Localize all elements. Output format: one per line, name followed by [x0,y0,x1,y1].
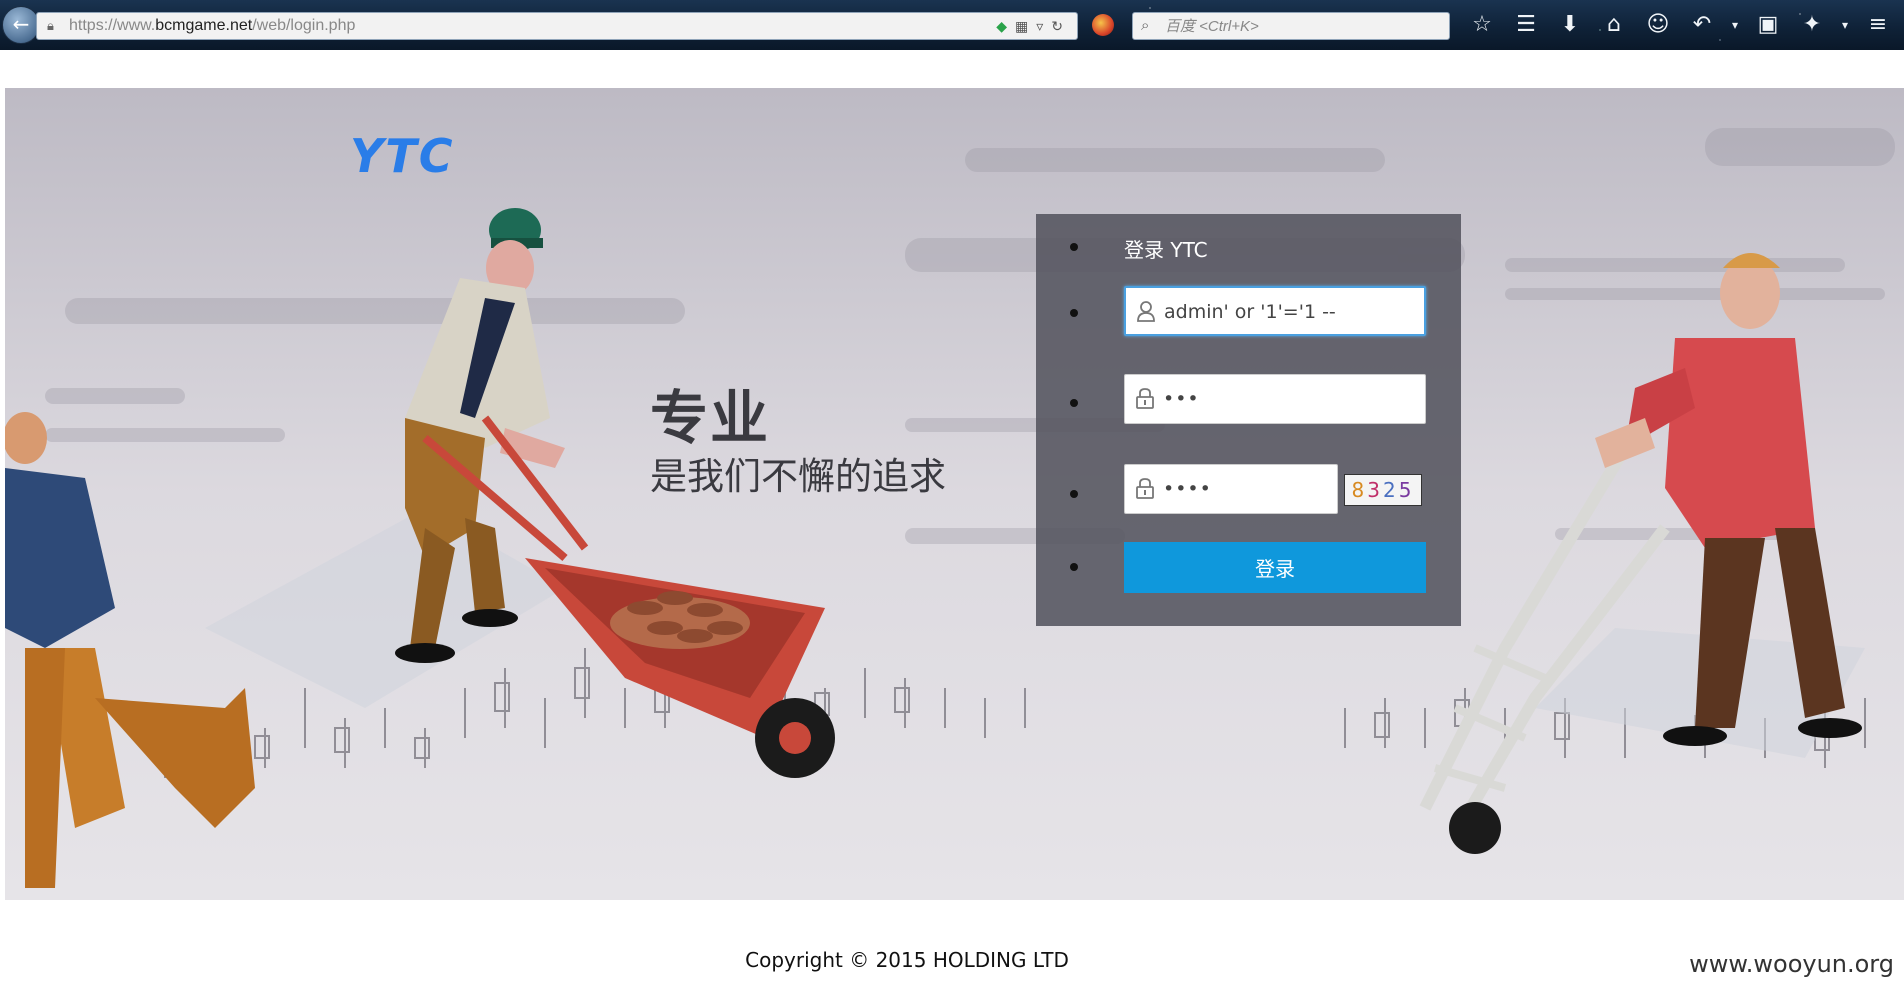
svg-text:YTC: YTC [350,130,454,180]
lock-icon [1135,387,1157,411]
bookmarks-list-icon[interactable]: ☰ [1504,10,1548,40]
username-field[interactable] [1124,286,1426,336]
captcha-image[interactable]: 8325 [1344,474,1422,506]
list-bullet [1070,309,1078,317]
home-icon[interactable]: ⌂ [1592,10,1636,40]
shield-icon[interactable]: ◆ [996,18,1015,34]
login-form: 登录 YTC admin' or '1'='1 -- ••• •••• 8325… [1036,214,1461,626]
list-bullet [1070,563,1078,571]
search-engine-icon[interactable] [1092,14,1114,36]
username-input[interactable] [1162,296,1421,328]
list-bullet [1070,399,1078,407]
login-button[interactable]: 登录 [1124,542,1426,593]
slogan-subtitle: 是我们不懈的追求 [650,455,946,498]
bookmark-star-icon[interactable]: ☆ [1460,10,1504,40]
list-bullet [1070,243,1078,251]
back-arrow-icon[interactable]: ← [2,6,40,44]
user-icon [1136,300,1158,324]
undo-dropdown-icon[interactable]: ▾ [1724,10,1746,40]
addon-puzzle-icon[interactable]: ✦ [1790,10,1834,40]
magnifier-icon: ⌕ [1141,17,1150,34]
captcha-field[interactable] [1124,464,1338,514]
captcha-input[interactable] [1161,473,1335,505]
search-box[interactable]: ⌕ [1132,12,1450,40]
hero-banner: YTC 专业 是我们不懈的追求 [5,88,1904,900]
qr-code-icon[interactable]: ▦ [1015,18,1036,34]
search-input[interactable] [1163,15,1437,37]
copyright-text: Copyright © 2015 HOLDING LTD [745,948,1069,972]
watermark-text: www.wooyun.org [1689,950,1894,978]
password-field[interactable] [1124,374,1426,424]
undo-arrow-icon[interactable]: ↶ [1680,10,1724,40]
address-bar[interactable]: 🔒︎ https://www.bcmgame.net/web/login.php… [36,12,1078,40]
dropdown-icon[interactable]: ▿ [1036,18,1051,34]
ytc-logo: YTC [350,130,454,180]
captcha-digit: 3 [1367,478,1383,502]
padlock-icon: 🔒︎ [47,18,54,33]
download-icon[interactable]: ⬇ [1548,10,1592,40]
captcha-digit: 2 [1383,478,1399,502]
password-input[interactable] [1161,383,1420,415]
lock-icon [1135,477,1157,501]
toolbar-icon-group: ☆ ☰ ⬇ ⌂ ☺ ↶ ▾ ▣ ✦ ▾ ≡ [1460,10,1900,40]
menu-hamburger-icon[interactable]: ≡ [1856,10,1900,40]
captcha-digit: 5 [1398,478,1415,502]
reload-icon[interactable]: ↻ [1051,18,1071,34]
screenshot-icon[interactable]: ▣ [1746,10,1790,40]
captcha-digit: 8 [1351,478,1368,502]
hero-background-image [5,88,1904,900]
login-title: 登录 YTC [1124,238,1208,262]
list-bullet [1070,490,1078,498]
login-panel: 登录 YTC admin' or '1'='1 -- ••• •••• 8325… [1036,214,1461,626]
addon-dropdown-icon[interactable]: ▾ [1834,10,1856,40]
chat-face-icon[interactable]: ☺ [1636,10,1680,40]
url-text[interactable]: https://www.bcmgame.net/web/login.php [69,13,355,39]
slogan-title: 专业 [650,384,771,452]
browser-toolbar: ← 🔒︎ https://www.bcmgame.net/web/login.p… [0,0,1904,50]
